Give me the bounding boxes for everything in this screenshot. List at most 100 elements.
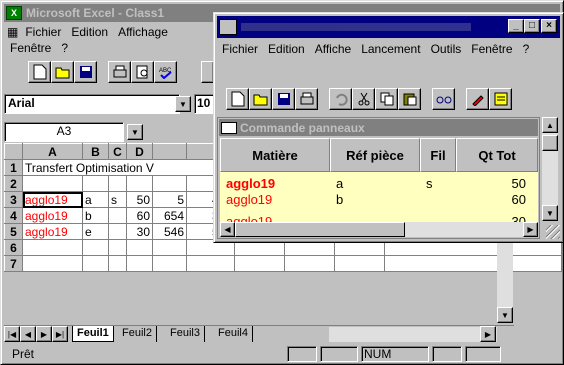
cell[interactable]	[108, 255, 127, 272]
glasses-icon[interactable]	[432, 88, 455, 110]
app2-menu-lancement[interactable]: Lancement	[356, 41, 425, 57]
row-header[interactable]: 1	[4, 159, 23, 176]
cell[interactable]: e	[82, 223, 109, 240]
cell[interactable]	[284, 255, 335, 272]
cell[interactable]: agglo19	[22, 223, 83, 240]
row-header[interactable]: 6	[4, 239, 23, 256]
app2-vscrollbar[interactable]: ▲ ▼	[542, 117, 558, 221]
column-header-c[interactable]: C	[108, 143, 127, 160]
cell[interactable]	[126, 175, 153, 192]
close-icon[interactable]: ×	[541, 19, 557, 33]
cell[interactable]: a	[82, 191, 109, 208]
new-icon[interactable]	[226, 88, 249, 110]
sheet-tab-feuil2[interactable]: Feuil2	[118, 326, 157, 342]
cell[interactable]	[108, 207, 127, 224]
tab-first-icon[interactable]: |◀	[4, 326, 20, 342]
cell[interactable]	[152, 239, 187, 256]
copy-icon[interactable]	[375, 88, 398, 110]
sheet-tab-feuil4[interactable]: Feuil4	[214, 326, 253, 342]
save-icon[interactable]	[74, 61, 97, 83]
cell[interactable]: 654	[152, 207, 187, 224]
cell[interactable]	[126, 239, 153, 256]
cell[interactable]	[108, 223, 127, 240]
paste-icon[interactable]	[398, 88, 421, 110]
cell[interactable]	[152, 255, 187, 272]
list-item[interactable]: agglo19 b 60	[220, 192, 538, 207]
app2-scroll-down-icon[interactable]: ▼	[542, 205, 558, 221]
spelling-icon[interactable]: ABC	[154, 61, 177, 83]
column-header-a[interactable]: A	[22, 143, 83, 160]
cell[interactable]: 30	[126, 223, 153, 240]
undo-icon[interactable]	[329, 88, 352, 110]
cell[interactable]: agglo19	[22, 207, 83, 224]
app2-menu-outils[interactable]: Outils	[426, 41, 467, 57]
cell[interactable]	[108, 175, 127, 192]
row-header[interactable]: 3	[4, 191, 23, 208]
column-header-d[interactable]: D	[126, 143, 153, 160]
panel-hscrollbar[interactable]: ◀ ▶	[220, 222, 538, 237]
select-all-corner[interactable]	[4, 143, 23, 160]
list-item[interactable]: agglo19 a s 50	[220, 176, 538, 191]
minimize-icon[interactable]: _	[508, 19, 524, 33]
cut-icon[interactable]	[352, 88, 375, 110]
list-icon[interactable]	[489, 88, 512, 110]
row-header[interactable]: 2	[4, 175, 23, 192]
cell[interactable]	[82, 239, 109, 256]
tab-next-icon[interactable]: ▶	[36, 326, 52, 342]
row-header[interactable]: 5	[4, 223, 23, 240]
new-icon[interactable]	[28, 61, 51, 83]
row-header[interactable]: 4	[4, 207, 23, 224]
list-item[interactable]: agglo19 30	[220, 209, 538, 222]
panel-col-fil[interactable]: Fil	[420, 138, 456, 172]
cell[interactable]	[22, 255, 83, 272]
tool-icon[interactable]	[466, 88, 489, 110]
tab-last-icon[interactable]: ▶|	[52, 326, 68, 342]
cell[interactable]: 60	[126, 207, 153, 224]
cell[interactable]: 546	[152, 223, 187, 240]
app2-menu-fichier[interactable]: Fichier	[217, 41, 263, 57]
app2-scroll-up-icon[interactable]: ▲	[542, 117, 558, 133]
cell[interactable]	[82, 175, 109, 192]
cell[interactable]	[22, 175, 83, 192]
panel-col-ref[interactable]: Réf pièce	[330, 138, 420, 172]
cell[interactable]	[334, 255, 385, 272]
app2-scroll-thumb[interactable]	[542, 135, 558, 151]
print-icon[interactable]	[108, 61, 131, 83]
excel-menu-fichier[interactable]: Fichier	[20, 24, 66, 40]
cell[interactable]: b	[82, 207, 109, 224]
cell[interactable]	[384, 255, 562, 272]
panel-titlebar[interactable]: Commande panneaux	[219, 119, 538, 136]
column-header-b[interactable]: B	[82, 143, 109, 160]
cell[interactable]: s	[108, 191, 127, 208]
open-icon[interactable]	[51, 61, 74, 83]
panel-scroll-right-icon[interactable]: ▶	[523, 222, 538, 237]
cell[interactable]	[186, 255, 235, 272]
cell[interactable]	[22, 239, 83, 256]
cell[interactable]	[82, 255, 109, 272]
hscroll-right-arrow-icon[interactable]: ▶	[480, 326, 496, 342]
resize-grip-icon[interactable]	[546, 225, 560, 239]
menu-doc-icon[interactable]: ▦	[5, 24, 20, 40]
app2-menu-fenetre[interactable]: Fenêtre	[466, 41, 517, 57]
print-icon[interactable]	[295, 88, 318, 110]
column-header-e[interactable]	[152, 143, 187, 160]
app2-menu-affiche[interactable]: Affiche	[310, 41, 356, 57]
excel-menu-affichage[interactable]: Affichage	[113, 24, 173, 40]
font-size-box[interactable]: 10	[194, 94, 214, 114]
font-dropdown-arrow-icon[interactable]: ▼	[175, 96, 191, 112]
row-header[interactable]: 7	[4, 255, 23, 272]
app2-menu-help[interactable]: ?	[518, 41, 535, 57]
cell[interactable]: 50	[126, 191, 153, 208]
name-box-dropdown-icon[interactable]: ▼	[127, 124, 143, 140]
sheet-tab-feuil3[interactable]: Feuil3	[166, 326, 205, 342]
name-box[interactable]: A3	[4, 122, 124, 142]
font-name-box[interactable]: Arial	[4, 94, 180, 114]
cell[interactable]	[126, 255, 153, 272]
print-preview-icon[interactable]	[131, 61, 154, 83]
save-icon[interactable]	[272, 88, 295, 110]
sheet-hscrollbar[interactable]	[329, 327, 497, 342]
panel-col-qt[interactable]: Qt Tot	[456, 138, 538, 172]
excel-menu-help[interactable]: ?	[56, 40, 73, 56]
panel-hscroll-thumb[interactable]	[235, 222, 405, 237]
cell[interactable]	[234, 255, 285, 272]
